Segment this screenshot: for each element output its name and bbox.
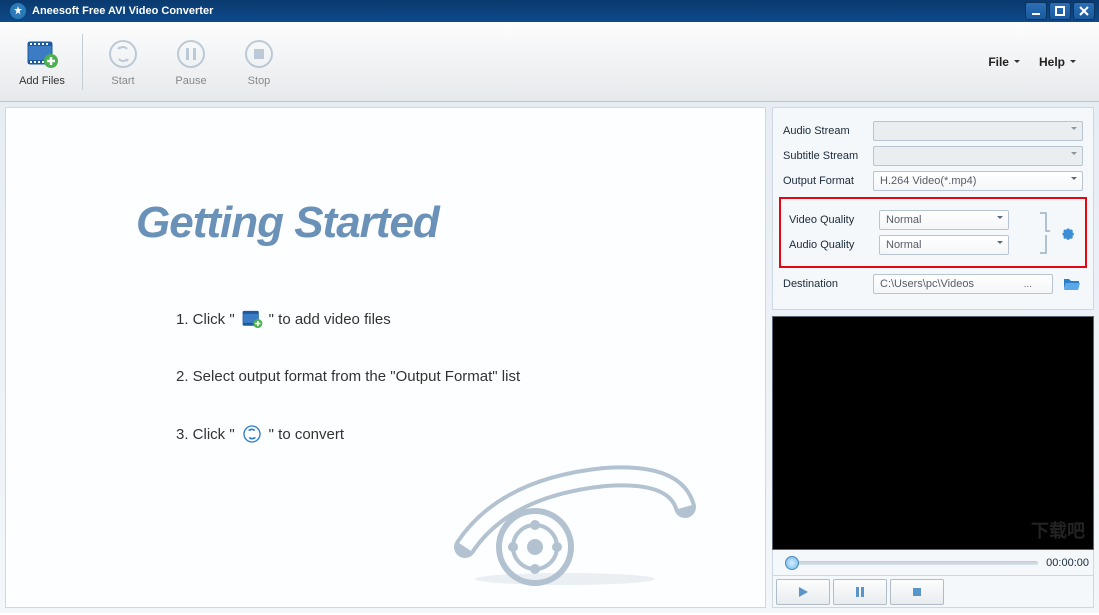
app-title: Aneesoft Free AVI Video Converter xyxy=(32,5,1025,17)
chevron-down-icon xyxy=(1070,125,1078,133)
output-format-select[interactable]: H.264 Video(*.mp4) xyxy=(873,171,1083,191)
play-button[interactable] xyxy=(776,579,830,605)
video-preview: 下载吧 xyxy=(772,316,1094,550)
video-quality-select[interactable]: Normal xyxy=(879,210,1009,230)
pause-label: Pause xyxy=(175,75,206,87)
subtitle-stream-select[interactable] xyxy=(873,146,1083,166)
output-format-label: Output Format xyxy=(783,175,865,187)
stop-playback-button[interactable] xyxy=(890,579,944,605)
stop-icon xyxy=(911,586,923,598)
settings-panel: Audio Stream Subtitle Stream Output Form… xyxy=(772,107,1094,310)
file-menu-label: File xyxy=(988,55,1009,69)
separator xyxy=(82,34,83,90)
gear-icon xyxy=(1058,224,1076,242)
audio-stream-select[interactable] xyxy=(873,121,1083,141)
step-2: 2. Select output format from the "Output… xyxy=(176,368,725,385)
destination-label: Destination xyxy=(783,278,865,290)
pause-icon xyxy=(854,586,866,598)
titlebar: Aneesoft Free AVI Video Converter xyxy=(0,0,1099,22)
chevron-down-icon xyxy=(996,239,1004,247)
seek-track[interactable] xyxy=(785,561,1038,565)
app-icon xyxy=(10,3,26,19)
watermark-text: 下载吧 xyxy=(1031,517,1085,543)
stop-icon xyxy=(242,37,276,71)
maximize-button[interactable] xyxy=(1049,2,1071,20)
time-label: 00:00:00 xyxy=(1046,557,1089,569)
stop-button[interactable]: Stop xyxy=(229,31,289,93)
video-quality-label: Video Quality xyxy=(789,214,871,226)
file-menu[interactable]: File xyxy=(988,55,1021,69)
folder-open-icon xyxy=(1063,276,1081,292)
chevron-down-icon xyxy=(1070,175,1078,183)
toolbar: Add Files Start Pause Stop File xyxy=(0,22,1099,102)
play-icon xyxy=(797,586,809,598)
side-panel: Audio Stream Subtitle Stream Output Form… xyxy=(772,107,1094,608)
stop-label: Stop xyxy=(248,75,271,87)
ellipsis-icon: ... xyxy=(1024,279,1032,290)
minimize-button[interactable] xyxy=(1025,2,1047,20)
getting-started-panel: Getting Started 1. Click " " to add vide… xyxy=(5,107,766,608)
chevron-down-icon xyxy=(996,214,1004,222)
pause-button[interactable]: Pause xyxy=(161,31,221,93)
seek-thumb[interactable] xyxy=(785,556,799,570)
seek-bar: 00:00:00 xyxy=(772,550,1094,576)
pause-playback-button[interactable] xyxy=(833,579,887,605)
bracket-icon xyxy=(1037,211,1053,255)
add-files-button[interactable]: Add Files xyxy=(12,31,72,93)
chevron-down-icon xyxy=(1070,150,1078,158)
start-label: Start xyxy=(111,75,134,87)
convert-inline-icon xyxy=(241,423,263,445)
add-files-inline-icon xyxy=(241,308,263,330)
start-icon xyxy=(106,37,140,71)
film-decoration xyxy=(425,447,705,587)
audio-stream-label: Audio Stream xyxy=(783,125,865,137)
step-1: 1. Click " " to add video files xyxy=(176,308,725,330)
chevron-down-icon xyxy=(1069,58,1077,66)
quality-settings-button[interactable] xyxy=(1057,223,1077,243)
destination-field[interactable]: C:\Users\pc\Videos ... xyxy=(873,274,1053,294)
getting-started-title: Getting Started xyxy=(136,198,725,248)
audio-quality-label: Audio Quality xyxy=(789,239,871,251)
help-menu-label: Help xyxy=(1039,55,1065,69)
add-files-icon xyxy=(25,37,59,71)
chevron-down-icon xyxy=(1013,58,1021,66)
step-3: 3. Click " " to convert xyxy=(176,423,725,445)
help-menu[interactable]: Help xyxy=(1039,55,1077,69)
audio-quality-select[interactable]: Normal xyxy=(879,235,1009,255)
pause-icon xyxy=(174,37,208,71)
close-button[interactable] xyxy=(1073,2,1095,20)
browse-folder-button[interactable] xyxy=(1061,274,1083,294)
play-controls xyxy=(772,576,1094,608)
subtitle-stream-label: Subtitle Stream xyxy=(783,150,865,162)
quality-highlight: Video Quality Normal Audio Quality Norma… xyxy=(779,197,1087,268)
add-files-label: Add Files xyxy=(19,75,65,87)
start-button[interactable]: Start xyxy=(93,31,153,93)
